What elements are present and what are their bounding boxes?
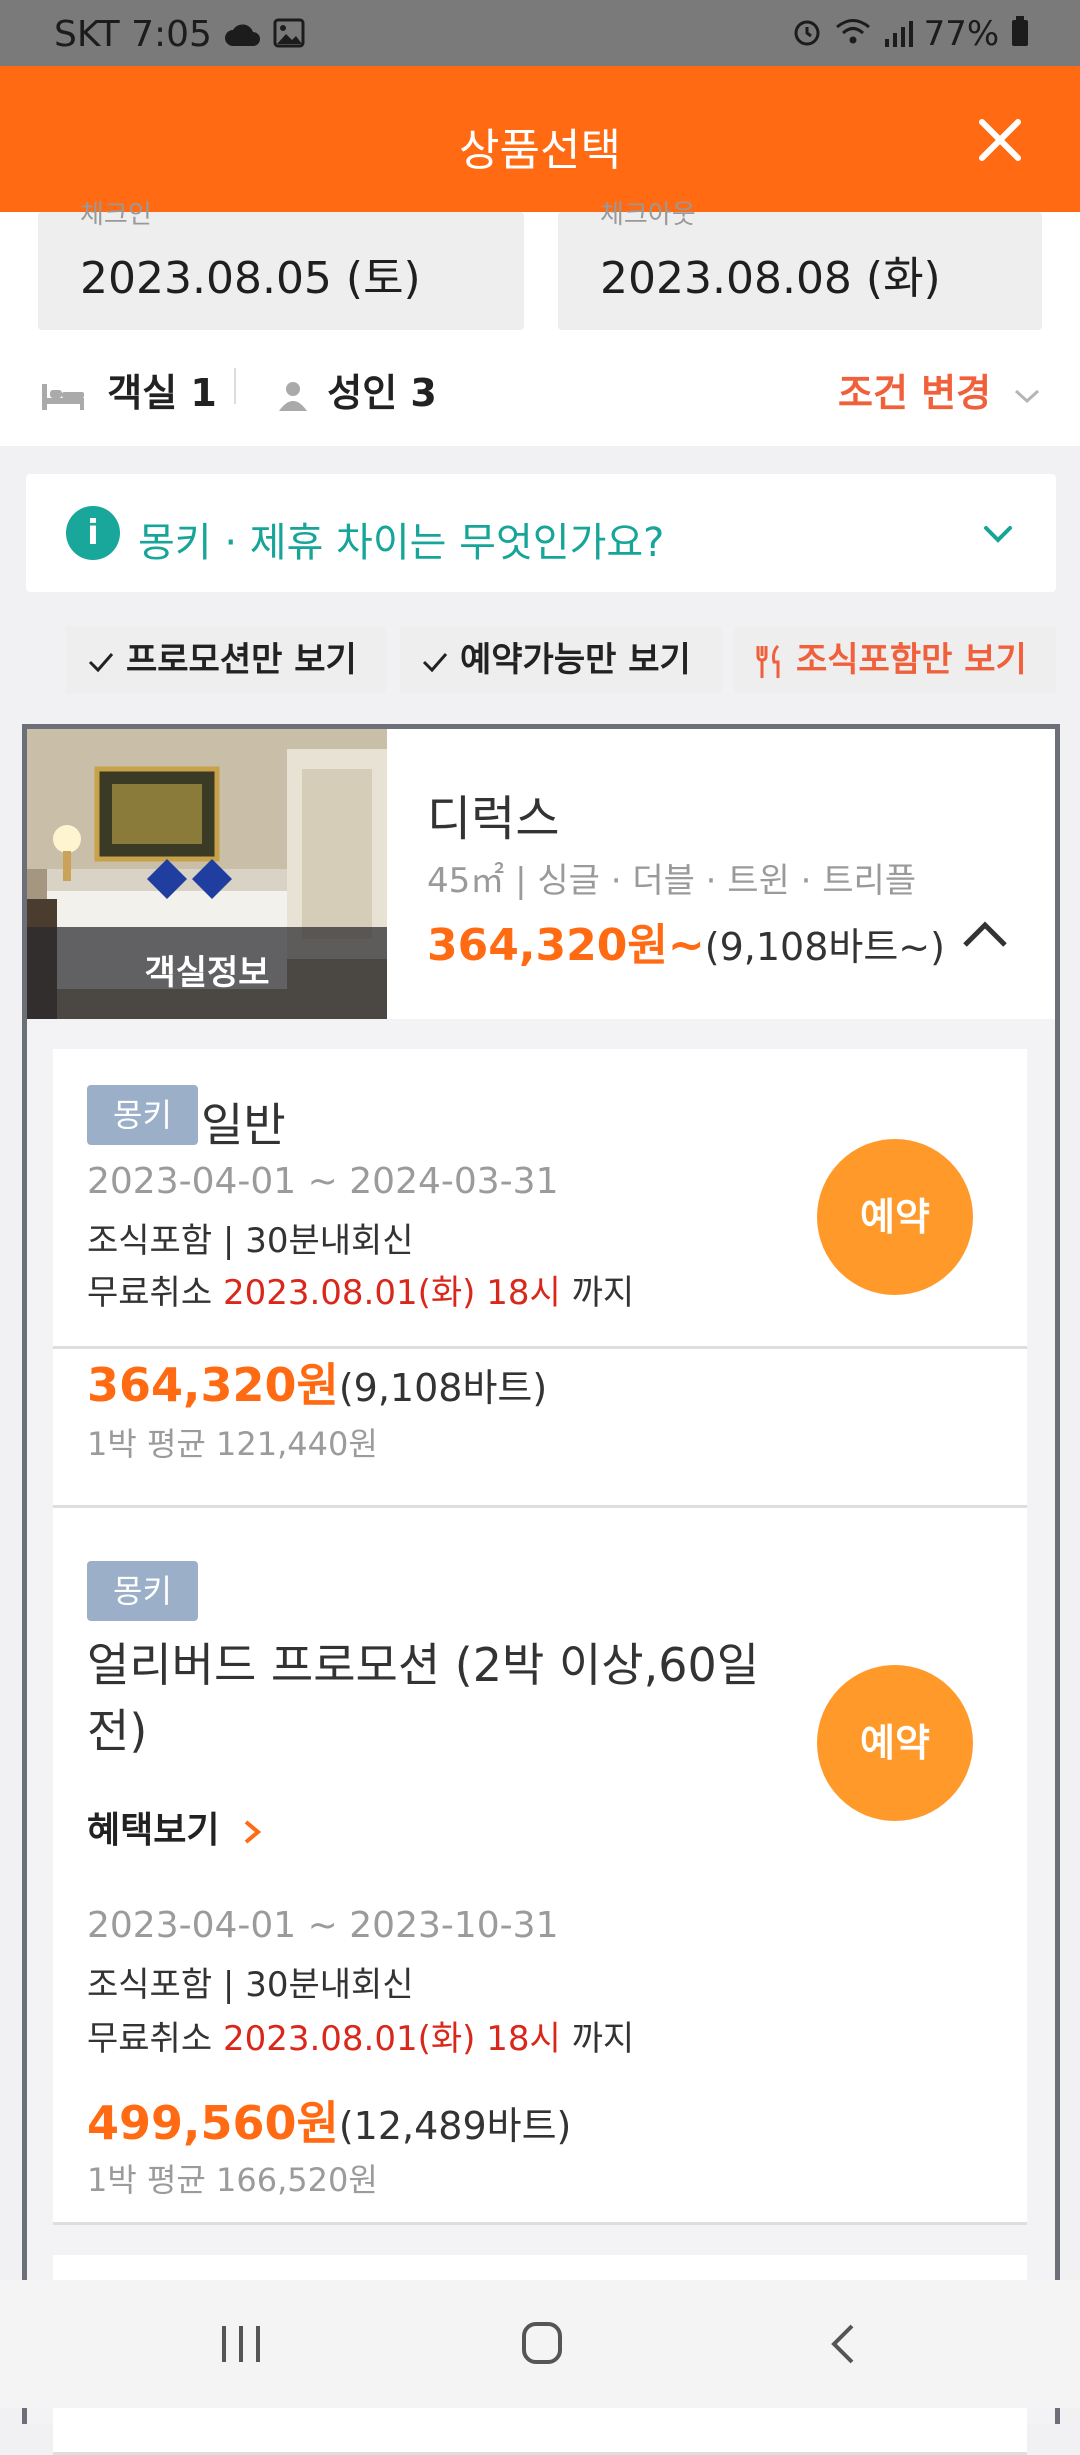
check-icon <box>88 652 114 672</box>
cancel-suffix: 까지 <box>560 2019 635 2059</box>
plan-name-line1: 얼리버드 프로모션 (2박 이상,60일 <box>87 1638 760 1692</box>
plan-nightly-average: 1박 평균 166,520원 <box>87 2161 378 2199</box>
close-button[interactable] <box>960 100 1040 180</box>
book-button[interactable]: 예약 <box>817 1665 973 1821</box>
plan-price: 364,320원(9,108바트) <box>87 1349 547 1415</box>
plan-cancel-policy: 무료취소 2023.08.01(화) 18시 까지 <box>87 1265 634 1314</box>
filter-promotion[interactable]: 프로모션만 보기 <box>66 626 386 694</box>
room-info-label: 객실정보 <box>27 927 387 1019</box>
recent-apps-icon[interactable] <box>218 2322 264 2366</box>
checkout-hint: 체크아웃 <box>600 200 696 230</box>
info-banner[interactable]: i 몽키 · 제휴 차이는 무엇인가요? <box>26 474 1056 592</box>
plan-price-sub: (9,108바트) <box>338 1366 548 1410</box>
room-price-value: 364,320원~ <box>427 920 705 971</box>
chevron-up-icon[interactable] <box>955 905 1015 965</box>
status-right: 77% <box>791 14 1030 56</box>
rooms-label: 객실 1 <box>107 371 217 415</box>
plan-name: 일반 <box>201 1098 286 1152</box>
filter-promotion-label: 프로모션만 보기 <box>126 640 357 680</box>
plan-badge: 몽키 <box>87 1561 198 1621</box>
room-name: 디럭스 <box>427 791 560 847</box>
plan-period: 2023-04-01 ~ 2023-10-31 <box>87 1905 559 1946</box>
plan-name-line2: 전) <box>87 1704 148 1758</box>
plan-nightly-average: 1박 평균 121,440원 <box>87 1425 378 1463</box>
back-icon[interactable] <box>826 2320 862 2368</box>
checkout-date: 2023.08.08 (화) <box>600 253 941 304</box>
home-icon[interactable] <box>520 2320 564 2366</box>
adults-label: 성인 3 <box>327 371 437 415</box>
checkin-hint: 체크인 <box>80 200 152 230</box>
room-price: 364,320원~(9,108바트~) <box>427 909 945 973</box>
room-photo[interactable]: 객실정보 <box>27 729 387 1019</box>
filter-available-label: 예약가능만 보기 <box>460 640 691 680</box>
wifi-icon <box>834 16 872 56</box>
battery-text: 77% <box>923 14 1000 54</box>
search-conditions: 체크인 2023.08.05 (토) 체크아웃 2023.08.08 (화) 객… <box>0 200 1080 446</box>
battery-icon <box>1010 15 1030 56</box>
plan-card: 몽키 얼리버드 프로모션 (2박 이상,60일 전) 혜택보기 2023-04-… <box>53 1525 1027 2225</box>
divider <box>234 368 236 404</box>
filter-breakfast-label: 조식포함만 보기 <box>796 640 1027 680</box>
filter-breakfast[interactable]: 조식포함만 보기 <box>734 626 1056 694</box>
room-spec: 45㎡ | 싱글 · 더블 · 트윈 · 트리플 <box>427 861 917 901</box>
rooms-count: 객실 1 <box>40 362 217 417</box>
chevron-right-icon <box>244 1820 262 1844</box>
info-icon: i <box>66 506 120 560</box>
plan-price: 499,560원(12,489바트) <box>87 2087 571 2153</box>
system-nav-bar <box>0 2280 1080 2408</box>
gallery-icon <box>273 16 305 57</box>
alarm-icon <box>791 15 823 56</box>
room-header[interactable]: 객실정보 디럭스 45㎡ | 싱글 · 더블 · 트윈 · 트리플 364,32… <box>27 729 1055 1019</box>
adults-count: 성인 3 <box>276 362 437 417</box>
change-conditions-button[interactable]: 조건 변경 <box>838 362 1042 417</box>
plan-price-value: 499,560원 <box>87 2096 339 2150</box>
bed-icon <box>42 383 84 410</box>
plan-price-sub: (12,489바트) <box>338 2104 572 2148</box>
page-title: 상품선택 <box>459 125 621 176</box>
plan-cancel-policy: 무료취소 2023.08.01(화) 18시 까지 <box>87 2011 634 2060</box>
plan-badge: 몽키 <box>87 1085 198 1145</box>
signal-icon <box>883 16 913 56</box>
utensils-icon <box>756 644 780 678</box>
change-conditions-label: 조건 변경 <box>838 371 992 415</box>
plan-card: 몽키 일반 2023-04-01 ~ 2024-03-31 조식포함 | 30분… <box>53 1049 1027 1349</box>
plan-period: 2023-04-01 ~ 2024-03-31 <box>87 1161 559 1202</box>
room-price-sub: (9,108바트~) <box>704 925 945 969</box>
chevron-down-icon <box>1015 389 1040 403</box>
plan-divider <box>53 1505 1027 1508</box>
filter-available[interactable]: 예약가능만 보기 <box>400 626 722 694</box>
cancel-prefix: 무료취소 <box>87 2019 223 2059</box>
check-icon <box>422 652 448 672</box>
checkin-box[interactable]: 체크인 2023.08.05 (토) <box>38 200 524 330</box>
status-left: SKT 7:05 <box>54 14 305 57</box>
plan-inclusions: 조식포함 | 30분내회신 <box>87 1221 414 1261</box>
close-icon <box>979 119 1021 161</box>
person-icon <box>279 381 307 411</box>
cloud-icon <box>223 16 261 57</box>
checkin-date: 2023.08.05 (토) <box>80 253 421 304</box>
benefit-link[interactable]: 혜택보기 <box>87 1801 266 1853</box>
carrier-time: SKT 7:05 <box>54 14 212 55</box>
room-card: 객실정보 디럭스 45㎡ | 싱글 · 더블 · 트윈 · 트리플 364,32… <box>22 724 1060 2455</box>
plan-inclusions: 조식포함 | 30분내회신 <box>87 1965 414 2005</box>
cancel-prefix: 무료취소 <box>87 1273 223 1313</box>
benefit-label: 혜택보기 <box>87 1810 220 1851</box>
cancel-deadline: 2023.08.01(화) 18시 <box>222 2019 561 2059</box>
plan-price-value: 364,320원 <box>87 1358 339 1412</box>
book-button[interactable]: 예약 <box>817 1139 973 1295</box>
cancel-deadline: 2023.08.01(화) 18시 <box>222 1273 561 1313</box>
info-banner-text: 몽키 · 제휴 차이는 무엇인가요? <box>138 520 665 566</box>
cancel-suffix: 까지 <box>560 1273 635 1313</box>
status-bar: SKT 7:05 77% <box>0 0 1080 66</box>
header: 상품선택 <box>0 66 1080 212</box>
checkout-box[interactable]: 체크아웃 2023.08.08 (화) <box>558 200 1042 330</box>
chevron-down-icon <box>984 526 1012 543</box>
